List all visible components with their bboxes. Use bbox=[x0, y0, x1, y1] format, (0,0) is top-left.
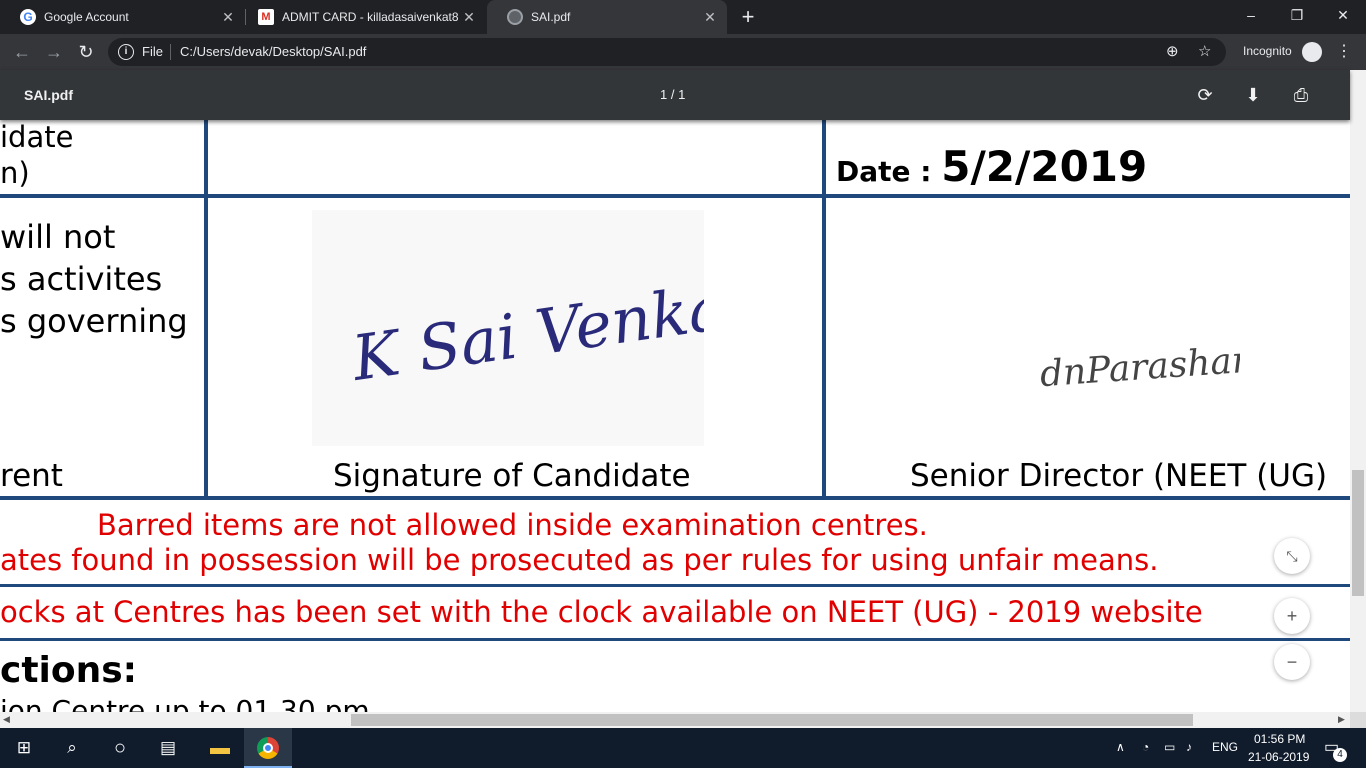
tab-google-account[interactable]: G Google Account ✕ bbox=[0, 0, 245, 34]
windows-start-icon[interactable]: ⊞ bbox=[0, 728, 48, 768]
page-indicator: 1 / 1 bbox=[660, 87, 686, 102]
download-icon[interactable]: ⬇ bbox=[1241, 83, 1265, 107]
vertical-scrollbar[interactable] bbox=[1350, 70, 1366, 712]
tab-sai-pdf[interactable]: SAI.pdf ✕ bbox=[487, 0, 727, 34]
tab-title: ADMIT CARD - killadasaivenkat8! bbox=[282, 10, 458, 24]
address-bar[interactable]: i File C:/Users/devak/Desktop/SAI.pdf ⊕ … bbox=[108, 38, 1226, 66]
director-signature-image: dnParashar bbox=[1030, 320, 1252, 410]
cell-text: idate bbox=[0, 120, 74, 154]
director-signature-text: dnParashar bbox=[1039, 340, 1240, 396]
zoom-out-button[interactable]: − bbox=[1274, 644, 1310, 680]
scroll-right-arrow-icon[interactable]: ▶ bbox=[1338, 714, 1345, 725]
cell-text: s governing bbox=[0, 302, 188, 340]
restore-button[interactable]: ❐ bbox=[1274, 0, 1320, 30]
pdf-filename: SAI.pdf bbox=[24, 87, 73, 103]
cell-text: will not bbox=[0, 218, 116, 256]
chrome-taskbar-icon[interactable] bbox=[244, 728, 292, 768]
tab-strip: G Google Account ✕ M ADMIT CARD - killad… bbox=[0, 0, 1366, 34]
incognito-label: Incognito bbox=[1243, 44, 1292, 58]
tab-title: SAI.pdf bbox=[531, 10, 571, 24]
close-window-button[interactable]: ✕ bbox=[1320, 0, 1366, 30]
network-icon[interactable]: ▭ bbox=[1164, 740, 1175, 754]
tab-admit-card[interactable]: M ADMIT CARD - killadasaivenkat8! ✕ bbox=[238, 0, 486, 34]
date-label: Date : bbox=[836, 155, 942, 188]
forward-arrow-icon[interactable]: → bbox=[38, 34, 70, 70]
cell-caption: rent bbox=[0, 458, 63, 494]
pdf-page: idate n) In Address : ADDRESS Date : 5/2… bbox=[0, 120, 1350, 712]
rotate-icon[interactable]: ⟳ bbox=[1193, 83, 1217, 107]
scheme-label: File bbox=[142, 44, 163, 59]
globe-icon bbox=[507, 9, 523, 25]
task-view-icon[interactable]: ▤ bbox=[144, 728, 192, 768]
cell-text: n) bbox=[0, 156, 30, 190]
minimize-button[interactable]: – bbox=[1228, 0, 1274, 30]
vertical-scroll-thumb[interactable] bbox=[1352, 470, 1364, 596]
director-signature: dnParashar bbox=[1039, 340, 1252, 396]
prosecution-notice: ates found in possession will be prosecu… bbox=[0, 543, 1159, 577]
close-tab-icon[interactable]: ✕ bbox=[458, 9, 480, 26]
notification-count-badge: 4 bbox=[1333, 748, 1347, 762]
candidate-signature-caption: Signature of Candidate bbox=[333, 458, 691, 494]
close-tab-icon[interactable]: ✕ bbox=[699, 9, 721, 26]
menu-kebab-icon[interactable]: ⋮ bbox=[1336, 42, 1352, 62]
google-icon: G bbox=[20, 9, 36, 25]
zoom-in-button[interactable]: + bbox=[1274, 598, 1310, 634]
fit-to-page-button[interactable]: ⤡ bbox=[1274, 538, 1310, 574]
candidate-signature-image: K Sai Venkat bbox=[312, 210, 754, 446]
windows-taskbar: ⊞ ⌕ ○ ▤ ▬ ∧ ◔ ▭ ♪ ENG 01:56 PM 21-06-201… bbox=[0, 728, 1366, 768]
chrome-icon bbox=[257, 737, 279, 759]
date-row: Date : 5/2/2019 bbox=[836, 142, 1147, 191]
date-value: 5/2/2019 bbox=[941, 142, 1148, 191]
cortana-icon[interactable]: ○ bbox=[96, 728, 144, 768]
search-icon[interactable]: ⌕ bbox=[48, 728, 96, 768]
wifi-icon[interactable]: ◔ bbox=[1142, 740, 1149, 754]
bookmark-star-icon[interactable]: ☆ bbox=[1198, 42, 1211, 60]
file-explorer-icon[interactable]: ▬ bbox=[196, 728, 244, 768]
director-signature-caption: Senior Director (NEET (UG) bbox=[910, 458, 1328, 494]
horizontal-scrollbar[interactable]: ◀ ▶ bbox=[0, 712, 1350, 728]
gmail-icon: M bbox=[258, 9, 274, 25]
close-tab-icon[interactable]: ✕ bbox=[217, 9, 239, 26]
tray-chevron-icon[interactable]: ∧ bbox=[1116, 740, 1125, 754]
clock-time[interactable]: 01:56 PM bbox=[1254, 732, 1305, 746]
scroll-left-arrow-icon[interactable]: ◀ bbox=[3, 714, 10, 725]
instructions-heading: ctions: bbox=[0, 650, 138, 691]
cell-text: s activites bbox=[0, 260, 163, 298]
barred-items-notice: Barred items are not allowed inside exam… bbox=[97, 508, 928, 542]
back-arrow-icon[interactable]: ← bbox=[6, 34, 38, 70]
incognito-icon[interactable] bbox=[1302, 42, 1322, 62]
instructions-text: ion Centre up to 01.30 pm bbox=[0, 694, 370, 712]
print-icon[interactable]: ⎙ bbox=[1289, 83, 1313, 107]
tab-title: Google Account bbox=[44, 10, 129, 24]
reload-icon[interactable]: ↻ bbox=[70, 34, 102, 70]
info-icon[interactable]: i bbox=[118, 44, 134, 60]
zoom-icon[interactable]: ⊕ bbox=[1166, 42, 1179, 60]
url-text[interactable]: C:/Users/devak/Desktop/SAI.pdf bbox=[180, 44, 366, 59]
horizontal-scroll-thumb[interactable] bbox=[351, 714, 1193, 726]
language-indicator[interactable]: ENG bbox=[1212, 740, 1238, 754]
volume-icon[interactable]: ♪ bbox=[1186, 740, 1192, 754]
browser-toolbar: ← → ↻ i File C:/Users/devak/Desktop/SAI.… bbox=[0, 34, 1366, 70]
pdf-toolbar: SAI.pdf 1 / 1 ⟳ ⬇ ⎙ bbox=[0, 70, 1350, 120]
candidate-signature: K Sai Venkat bbox=[347, 267, 754, 395]
clock-notice: ocks at Centres has been set with the cl… bbox=[0, 595, 1203, 629]
new-tab-button[interactable]: + bbox=[736, 5, 760, 29]
clock-date[interactable]: 21-06-2019 bbox=[1248, 750, 1309, 764]
candidate-signature-text: K Sai Venkat bbox=[347, 267, 704, 395]
